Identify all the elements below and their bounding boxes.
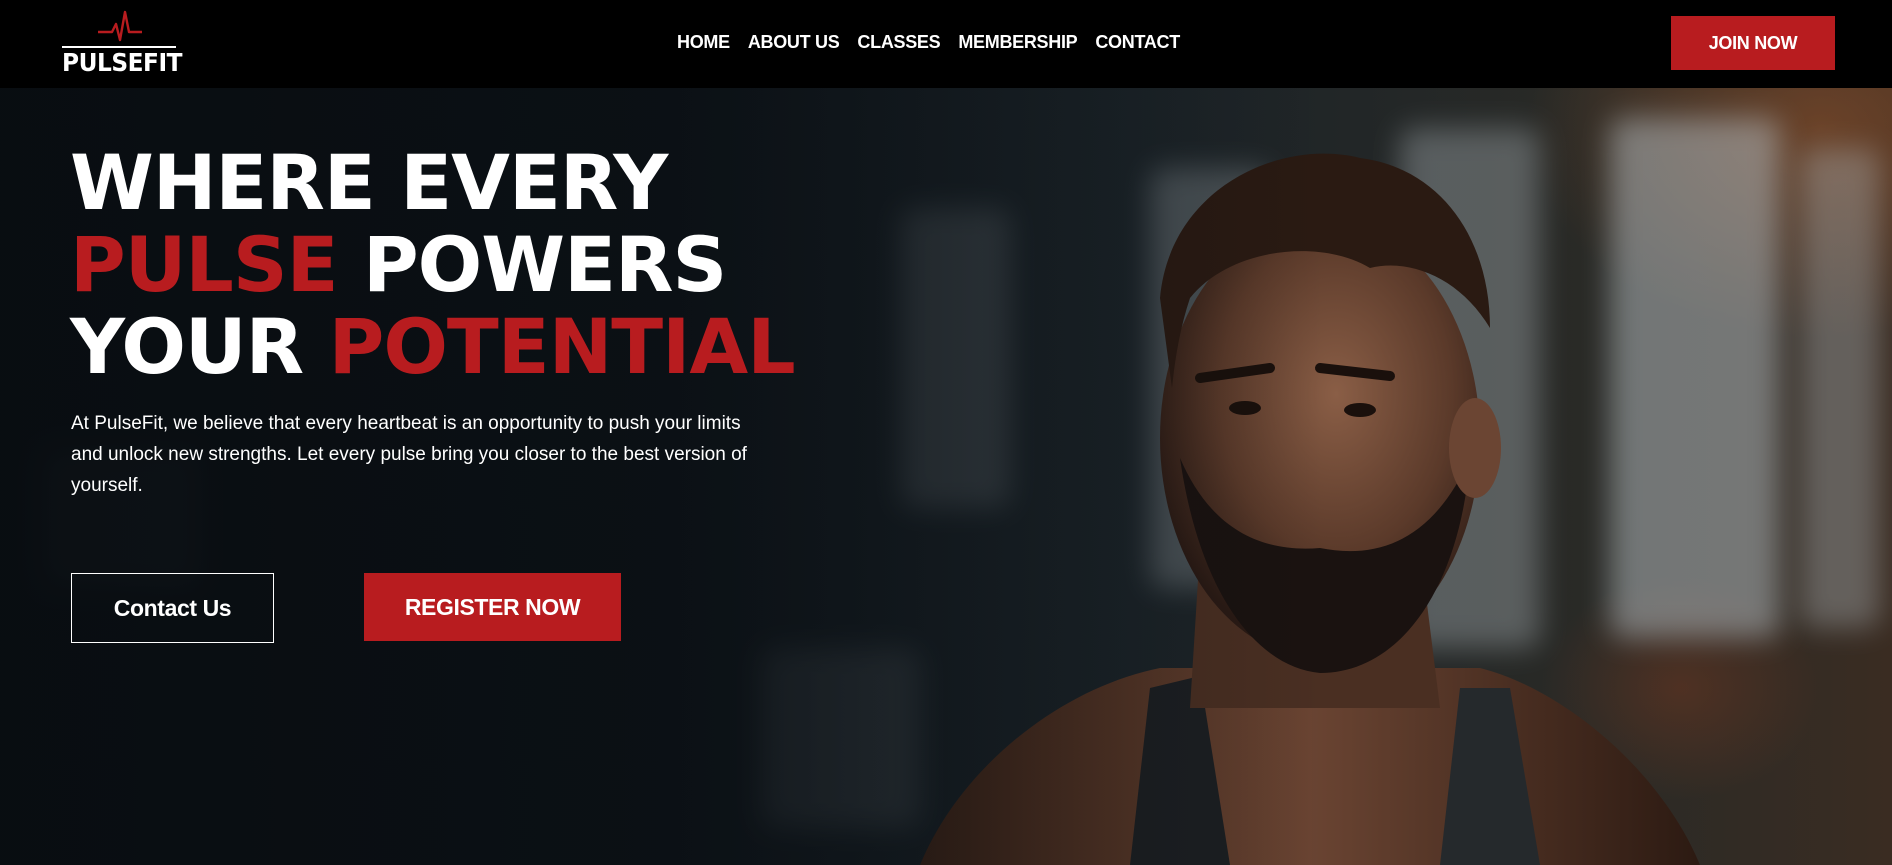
top-navbar: PULSEFIT HOME ABOUT US CLASSES MEMBERSHI… <box>0 0 1892 88</box>
nav-about-us[interactable]: ABOUT US <box>748 30 840 54</box>
headline-line-2: POWERS <box>337 220 727 309</box>
nav-membership[interactable]: MEMBERSHIP <box>958 30 1077 54</box>
headline-line-3: YOUR <box>70 302 329 391</box>
nav-home[interactable]: HOME <box>677 30 730 54</box>
headline-accent-pulse: PULSE <box>70 220 338 309</box>
hero-headline: WHERE EVERY PULSE POWERS YOUR POTENTIAL <box>70 142 796 391</box>
nav-contact[interactable]: CONTACT <box>1095 30 1180 54</box>
brand-name: PULSEFIT <box>62 48 183 77</box>
heartbeat-pulse-icon <box>98 10 142 42</box>
contact-us-button[interactable]: Contact Us <box>71 573 274 643</box>
headline-line-1: WHERE EVERY <box>70 138 668 227</box>
nav-classes[interactable]: CLASSES <box>857 30 940 54</box>
hero-description: At PulseFit, we believe that every heart… <box>71 413 747 496</box>
main-nav: HOME ABOUT US CLASSES MEMBERSHIP CONTACT <box>677 30 1198 54</box>
hero-section: WHERE EVERY PULSE POWERS YOUR POTENTIAL … <box>0 88 1892 865</box>
headline-accent-potential: POTENTIAL <box>328 302 796 391</box>
register-now-button[interactable]: REGISTER NOW <box>364 573 621 641</box>
brand-logo[interactable]: PULSEFIT <box>62 10 183 78</box>
join-now-button[interactable]: JOIN NOW <box>1671 16 1835 70</box>
